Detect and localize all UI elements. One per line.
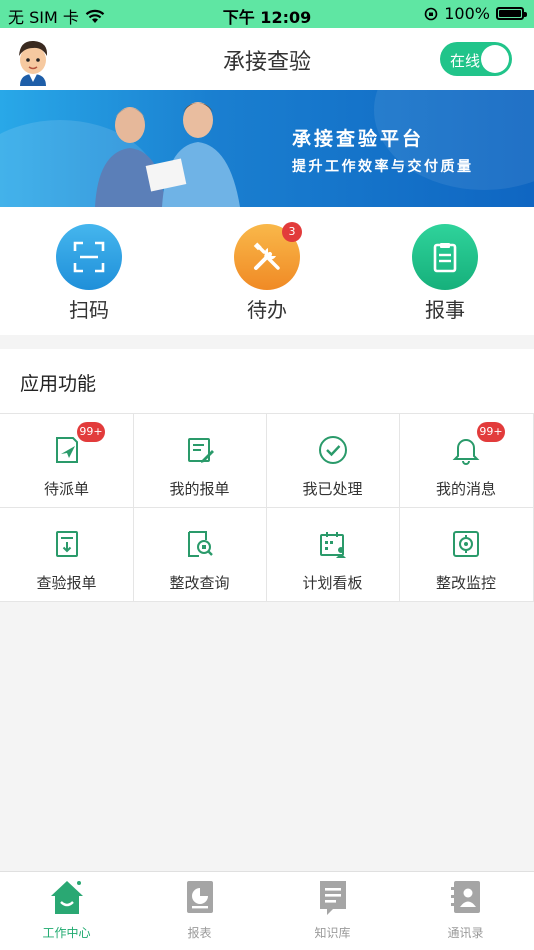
banner-subtitle: 提升工作效率与交付质量 xyxy=(292,159,474,175)
tab-label: 报表 xyxy=(187,926,212,940)
quick-action-label: 报事 xyxy=(425,298,465,322)
calendar-board-icon xyxy=(320,532,346,558)
function-label: 整改查询 xyxy=(169,574,230,592)
status-bar: 无 SIM 卡 下午 12:09 100% xyxy=(0,0,534,28)
tools-icon xyxy=(253,242,280,270)
battery-icon xyxy=(496,7,527,20)
toggle-knob xyxy=(481,45,509,73)
banner-title: 承接查验平台 xyxy=(292,128,425,150)
function-label: 整改监控 xyxy=(435,574,496,592)
quick-action-todo[interactable]: 3 待办 xyxy=(207,222,327,323)
tab-label: 工作中心 xyxy=(42,926,91,940)
function-inspection-report[interactable]: 查验报单 xyxy=(0,508,134,602)
online-toggle-label: 在线 xyxy=(450,52,481,70)
rotation-lock-icon xyxy=(424,7,438,20)
app-functions-section: 应用功能 99+ 待派单 我的报单 我已处理 99+ 我的消息 查验报单 整改查… xyxy=(0,349,534,602)
report-doc-icon xyxy=(56,531,78,557)
function-label: 我的消息 xyxy=(435,480,496,498)
bottom-tab-bar: 工作中心 报表 知识库 通讯录 xyxy=(0,871,534,950)
promo-banner[interactable]: 承接查验平台 提升工作效率与交付质量 xyxy=(0,90,534,207)
tab-work-center[interactable]: 工作中心 xyxy=(0,878,133,941)
quick-action-label: 扫码 xyxy=(69,298,109,322)
contacts-book-icon xyxy=(450,881,480,913)
status-right: 100% xyxy=(424,4,527,23)
tab-contacts[interactable]: 通讯录 xyxy=(399,878,532,941)
home-icon xyxy=(50,881,83,914)
function-label: 待派单 xyxy=(43,480,89,498)
function-my-reports[interactable]: 我的报单 xyxy=(133,414,267,508)
clipboard-icon xyxy=(433,243,457,273)
function-dispatch[interactable]: 99+ 待派单 xyxy=(0,414,134,508)
search-doc-icon xyxy=(188,531,213,557)
section-title: 应用功能 xyxy=(20,373,97,395)
function-plan-board[interactable]: 计划看板 xyxy=(266,508,400,602)
app-header: 承接查验 在线 xyxy=(0,28,534,90)
report-chart-icon xyxy=(186,881,213,913)
scan-icon xyxy=(73,241,105,273)
quick-action-label: 待办 xyxy=(247,298,287,322)
function-grid: 99+ 待派单 我的报单 我已处理 99+ 我的消息 查验报单 整改查询 计划看… xyxy=(0,413,534,602)
function-rectify-query[interactable]: 整改查询 xyxy=(133,508,267,602)
function-rectify-monitor[interactable]: 整改监控 xyxy=(399,508,534,602)
battery-percent: 100% xyxy=(444,4,490,23)
bell-icon xyxy=(452,439,480,465)
edit-doc-icon xyxy=(188,438,214,463)
function-label: 我的报单 xyxy=(169,480,230,498)
tab-reports[interactable]: 报表 xyxy=(133,878,266,941)
tab-label: 通讯录 xyxy=(447,926,484,940)
todo-count-badge: 3 xyxy=(282,222,302,242)
dispatch-icon xyxy=(56,437,78,463)
scan-button[interactable] xyxy=(56,224,122,290)
tab-label: 知识库 xyxy=(314,926,351,940)
report-button[interactable] xyxy=(412,224,478,290)
todo-button[interactable]: 3 xyxy=(234,222,302,290)
tab-knowledge[interactable]: 知识库 xyxy=(266,878,399,941)
messages-badge: 99+ xyxy=(477,422,505,442)
function-processed[interactable]: 我已处理 xyxy=(266,414,400,508)
function-label: 查验报单 xyxy=(36,574,97,592)
function-label: 计划看板 xyxy=(302,574,363,592)
monitor-icon xyxy=(453,531,479,557)
knowledge-book-icon xyxy=(319,881,346,915)
online-toggle[interactable]: 在线 xyxy=(440,42,512,76)
dispatch-badge: 99+ xyxy=(77,422,105,442)
quick-actions: 扫码 3 待办 报事 xyxy=(0,207,534,335)
function-label: 我已处理 xyxy=(302,480,363,498)
check-circle-icon xyxy=(319,436,347,464)
function-messages[interactable]: 99+ 我的消息 xyxy=(399,414,534,508)
quick-action-scan[interactable]: 扫码 xyxy=(29,224,149,323)
banner-people-illustration xyxy=(95,102,240,207)
quick-action-report[interactable]: 报事 xyxy=(385,224,505,323)
